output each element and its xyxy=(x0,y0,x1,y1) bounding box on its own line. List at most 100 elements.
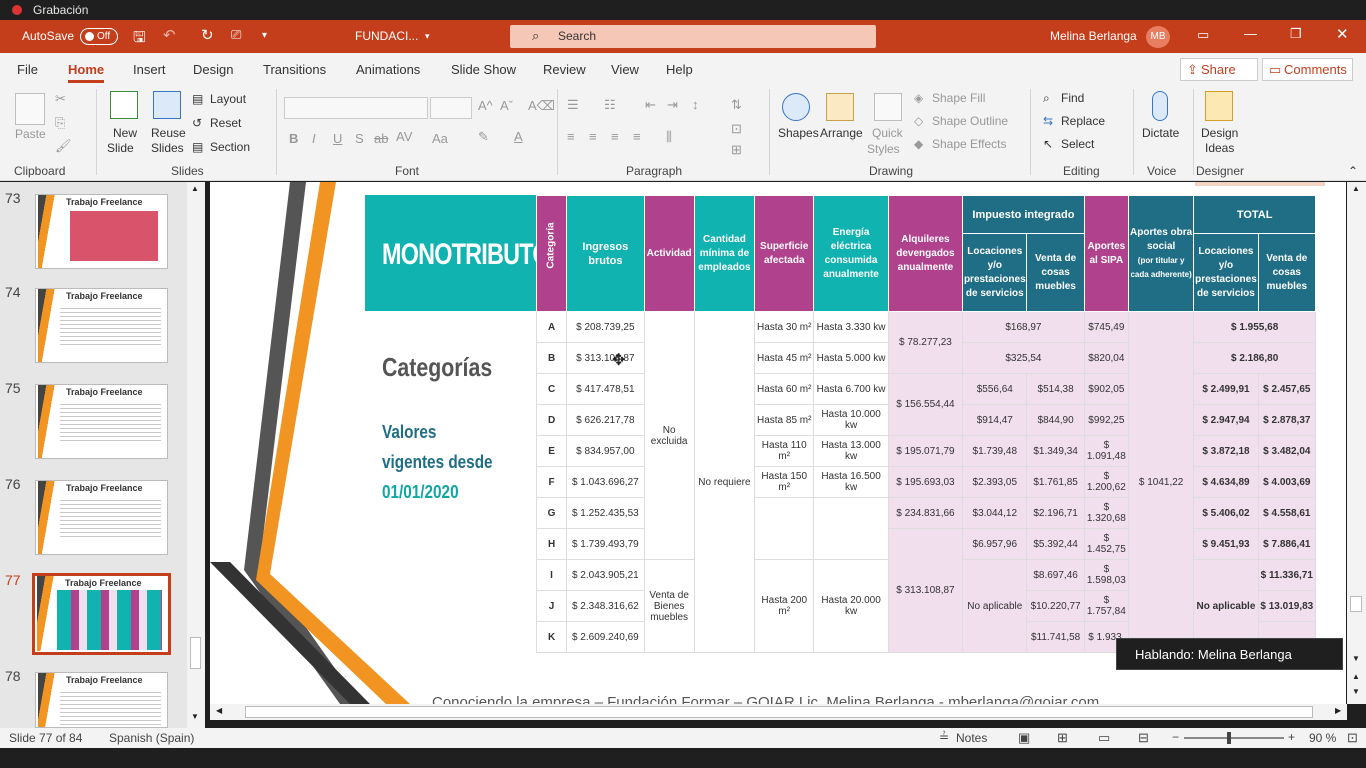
restore-icon[interactable]: ❐ xyxy=(1290,26,1302,42)
design-ideas-button[interactable]: Design xyxy=(1201,126,1238,140)
format-painter-icon[interactable]: 🖌 xyxy=(55,138,72,154)
find-icon[interactable]: ⌕ xyxy=(1043,91,1050,106)
reuse-slides-icon[interactable] xyxy=(153,91,181,119)
scroll-up-icon[interactable]: ▲ xyxy=(191,184,199,193)
section-button[interactable]: Section xyxy=(210,140,250,154)
new-slide-button[interactable]: New xyxy=(113,126,137,140)
dictate-button[interactable]: Dictate xyxy=(1142,126,1179,140)
shadow-button[interactable]: S xyxy=(355,131,364,146)
tab-design[interactable]: Design xyxy=(193,62,233,77)
file-name[interactable]: FUNDACI... xyxy=(355,29,418,43)
copy-icon[interactable]: ⎘ xyxy=(55,115,65,131)
font-family-select[interactable] xyxy=(284,97,428,119)
slide-thumbnail[interactable]: Trabajo Freelance xyxy=(35,480,168,555)
slide-thumbnail[interactable]: Trabajo Freelance xyxy=(35,194,168,269)
increase-indent-icon[interactable]: ⇥ xyxy=(667,97,678,113)
paste-icon[interactable] xyxy=(15,93,45,125)
collapse-ribbon-icon[interactable]: ⌃ xyxy=(1348,164,1358,178)
bold-button[interactable]: B xyxy=(289,131,298,146)
slide-thumbnail[interactable]: Trabajo Freelance xyxy=(35,384,168,459)
reset-button[interactable]: Reset xyxy=(210,116,241,130)
scroll-down-icon[interactable]: ▼ xyxy=(1352,654,1360,663)
scrollbar-thumb[interactable] xyxy=(190,637,201,669)
quick-styles-button-line2[interactable]: Styles xyxy=(867,142,900,156)
zoom-in-icon[interactable]: + xyxy=(1288,730,1295,744)
shape-effects-icon[interactable]: ◆ xyxy=(914,137,923,151)
layout-button[interactable]: Layout xyxy=(210,92,246,106)
file-name-chevron-icon[interactable]: ▾ xyxy=(425,31,430,42)
align-left-icon[interactable]: ≡ xyxy=(567,129,575,144)
design-ideas-button-line2[interactable]: Ideas xyxy=(1205,141,1234,155)
reuse-slides-button-line2[interactable]: Slides xyxy=(151,141,184,155)
tab-file[interactable]: File xyxy=(17,62,38,77)
zoom-slider-thumb[interactable] xyxy=(1227,732,1231,744)
horizontal-scrollbar[interactable]: ◀ ▶ xyxy=(210,704,1347,720)
arrange-icon[interactable] xyxy=(826,93,854,121)
user-name[interactable]: Melina Berlanga xyxy=(1050,29,1137,43)
replace-button[interactable]: Replace xyxy=(1061,114,1105,128)
scroll-right-icon[interactable]: ▶ xyxy=(1335,706,1341,715)
italic-button[interactable]: I xyxy=(312,131,316,146)
customize-qat-icon[interactable]: ▾ xyxy=(262,30,267,41)
new-slide-button-line2[interactable]: Slide xyxy=(107,141,134,155)
notes-button[interactable]: Notes xyxy=(956,731,987,745)
numbering-icon[interactable]: ☷ xyxy=(604,97,616,113)
tab-review[interactable]: Review xyxy=(543,62,586,77)
reuse-slides-button[interactable]: Reuse xyxy=(151,126,186,140)
shape-outline-icon[interactable]: ◇ xyxy=(914,114,923,128)
scroll-down-icon[interactable]: ▼ xyxy=(191,712,199,721)
comments-button[interactable]: ▭ Comments xyxy=(1262,58,1353,81)
reset-icon[interactable]: ↺ xyxy=(192,116,202,130)
align-right-icon[interactable]: ≡ xyxy=(611,129,619,144)
section-icon[interactable]: ▤ xyxy=(192,140,203,154)
layout-icon[interactable]: ▤ xyxy=(192,92,203,106)
slide-scrollbar[interactable]: ▲ ▼ ▲ ▼ xyxy=(1347,182,1366,704)
undo-icon[interactable]: ↶ xyxy=(163,26,176,44)
close-icon[interactable]: ✕ xyxy=(1336,25,1349,43)
slide[interactable]: MONOTRIBUTO Categorías Valores vigentes … xyxy=(210,182,1346,704)
normal-view-icon[interactable]: ▣ xyxy=(1018,730,1030,746)
language-indicator[interactable]: Spanish (Spain) xyxy=(109,731,194,745)
change-case-button[interactable]: Aa xyxy=(432,131,448,146)
quick-styles-button[interactable]: Quick xyxy=(872,126,903,140)
slideshow-icon[interactable]: ⊟ xyxy=(1138,730,1149,746)
quick-styles-icon[interactable] xyxy=(874,93,902,121)
find-button[interactable]: Find xyxy=(1061,91,1084,105)
search-box[interactable]: ⌕ Search xyxy=(510,25,876,48)
scroll-left-icon[interactable]: ◀ xyxy=(216,706,222,715)
bullets-icon[interactable]: ☰ xyxy=(567,97,579,113)
tab-insert[interactable]: Insert xyxy=(133,62,166,77)
thumbnails-scrollbar[interactable]: ▲ ▼ xyxy=(187,182,205,728)
design-ideas-icon[interactable] xyxy=(1205,91,1233,121)
slide-canvas[interactable]: MONOTRIBUTO Categorías Valores vigentes … xyxy=(210,182,1346,704)
slide-thumbnails-pane[interactable]: 73 Trabajo Freelance 74 Trabajo Freelanc… xyxy=(0,182,205,728)
cut-icon[interactable]: ✂ xyxy=(55,91,66,107)
smartart-icon[interactable]: ⊞ xyxy=(731,142,742,158)
redo-icon[interactable]: ↻ xyxy=(201,26,214,44)
zoom-level[interactable]: 90 % xyxy=(1309,731,1336,745)
slide-sorter-icon[interactable]: ⊞ xyxy=(1057,730,1068,746)
slide-thumbnail-current[interactable]: Trabajo Freelance xyxy=(32,573,171,655)
paste-button[interactable]: Paste xyxy=(15,127,46,141)
scrollbar-thumb[interactable] xyxy=(245,706,1313,718)
tab-help[interactable]: Help xyxy=(666,62,693,77)
replace-icon[interactable]: ⇆ xyxy=(1043,114,1053,128)
next-slide-icon[interactable]: ▼ xyxy=(1352,687,1360,696)
select-icon[interactable]: ↖ xyxy=(1043,137,1053,151)
shape-fill-icon[interactable]: ◈ xyxy=(914,91,923,105)
zoom-out-icon[interactable]: − xyxy=(1172,730,1179,744)
share-button[interactable]: ⇪ Share xyxy=(1180,58,1258,81)
present-icon[interactable]: ⎚ xyxy=(231,27,241,43)
slide-thumbnail[interactable]: Trabajo Freelance xyxy=(35,672,168,728)
align-center-icon[interactable]: ≡ xyxy=(589,129,597,144)
minimize-icon[interactable]: — xyxy=(1244,26,1257,41)
slide-thumbnail[interactable]: Trabajo Freelance xyxy=(35,288,168,363)
tab-home[interactable]: Home xyxy=(68,62,105,83)
grow-font-icon[interactable]: A^ xyxy=(478,98,493,113)
highlight-icon[interactable]: ✎ xyxy=(478,129,489,145)
tab-view[interactable]: View xyxy=(611,62,639,77)
text-direction-icon[interactable]: ⇅ xyxy=(731,97,742,113)
new-slide-icon[interactable] xyxy=(110,91,138,119)
microphone-icon[interactable] xyxy=(1152,91,1168,121)
fit-to-window-icon[interactable]: ⊡ xyxy=(1347,730,1358,746)
